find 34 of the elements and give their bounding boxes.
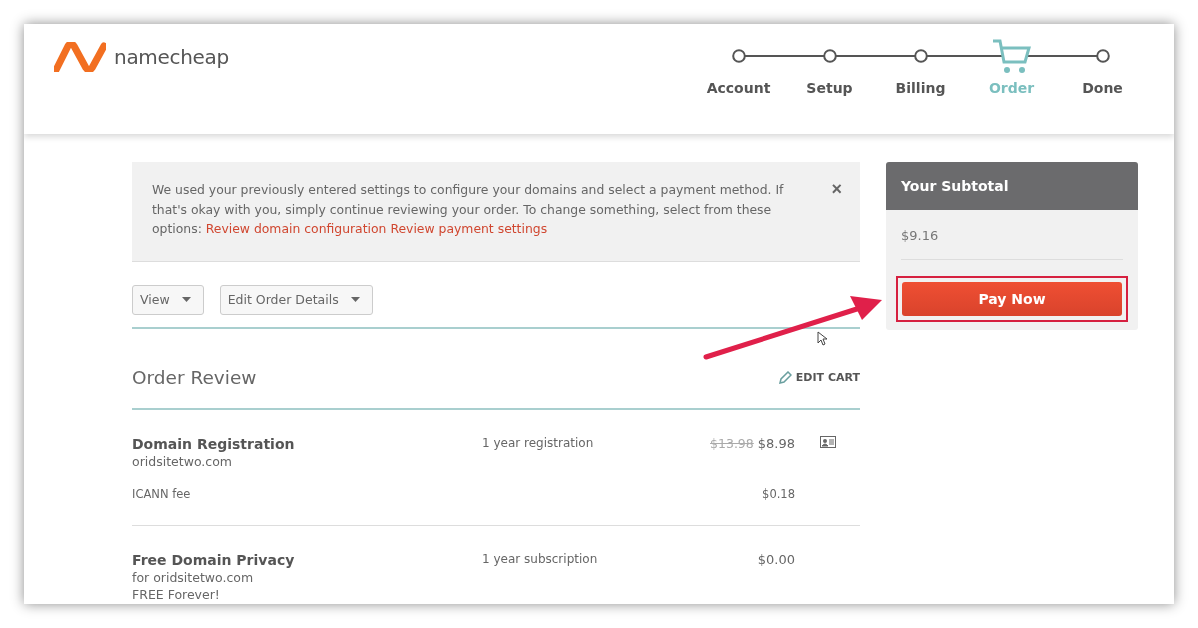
close-button[interactable]: × xyxy=(831,180,842,198)
step-label[interactable]: Billing xyxy=(895,80,946,96)
notice-link[interactable]: Review payment settings xyxy=(390,221,548,236)
step-label[interactable]: Account xyxy=(706,80,771,96)
pay-now-button[interactable]: Pay Now xyxy=(902,282,1122,316)
fee-price: $0.18 xyxy=(762,486,795,501)
notice-text: We used your previously entered settings to configure your domains and select a payment method. If that's okay with you, simply continue reviewing your order. To change something, select from these options: Review domain configuration Review payment settings xyxy=(152,181,785,238)
item-title: Free Domain Privacy xyxy=(132,551,296,568)
logo-text: namecheap xyxy=(114,45,229,69)
subtotal-amount: $9.16 xyxy=(901,228,1123,260)
item-domain: for oridsitetwo.com xyxy=(132,569,255,585)
step-label[interactable]: Done xyxy=(1082,80,1123,96)
subtotal-title: Your Subtotal xyxy=(901,178,1009,194)
pencil-icon xyxy=(778,370,792,384)
id-card-icon[interactable] xyxy=(819,435,836,448)
item-price: $8.98 xyxy=(757,435,795,451)
notice-link[interactable]: Review domain configuration xyxy=(205,221,387,236)
logo-icon xyxy=(54,42,106,72)
dropdown-button[interactable]: View xyxy=(132,284,204,315)
edit-cart-link[interactable]: EDIT CART xyxy=(778,370,860,384)
old-price: $13.98 xyxy=(710,435,754,451)
fee-label: ICANN fee xyxy=(132,486,192,501)
item-price: $0.00 xyxy=(757,551,795,567)
dropdown-button[interactable]: Edit Order Details xyxy=(219,284,373,315)
item-term: 1 year registration xyxy=(482,435,595,450)
item-note: FREE Forever! xyxy=(132,586,221,602)
caret-icon xyxy=(350,297,360,302)
caret-icon xyxy=(181,297,191,302)
item-domain: oridsitetwo.com xyxy=(132,453,233,469)
item-term: 1 year subscription xyxy=(482,551,599,566)
section-title: Order Review xyxy=(132,366,257,388)
item-title: Domain Registration xyxy=(132,435,296,452)
step-label[interactable]: Setup xyxy=(806,80,853,96)
mouse-cursor-icon xyxy=(817,331,828,346)
